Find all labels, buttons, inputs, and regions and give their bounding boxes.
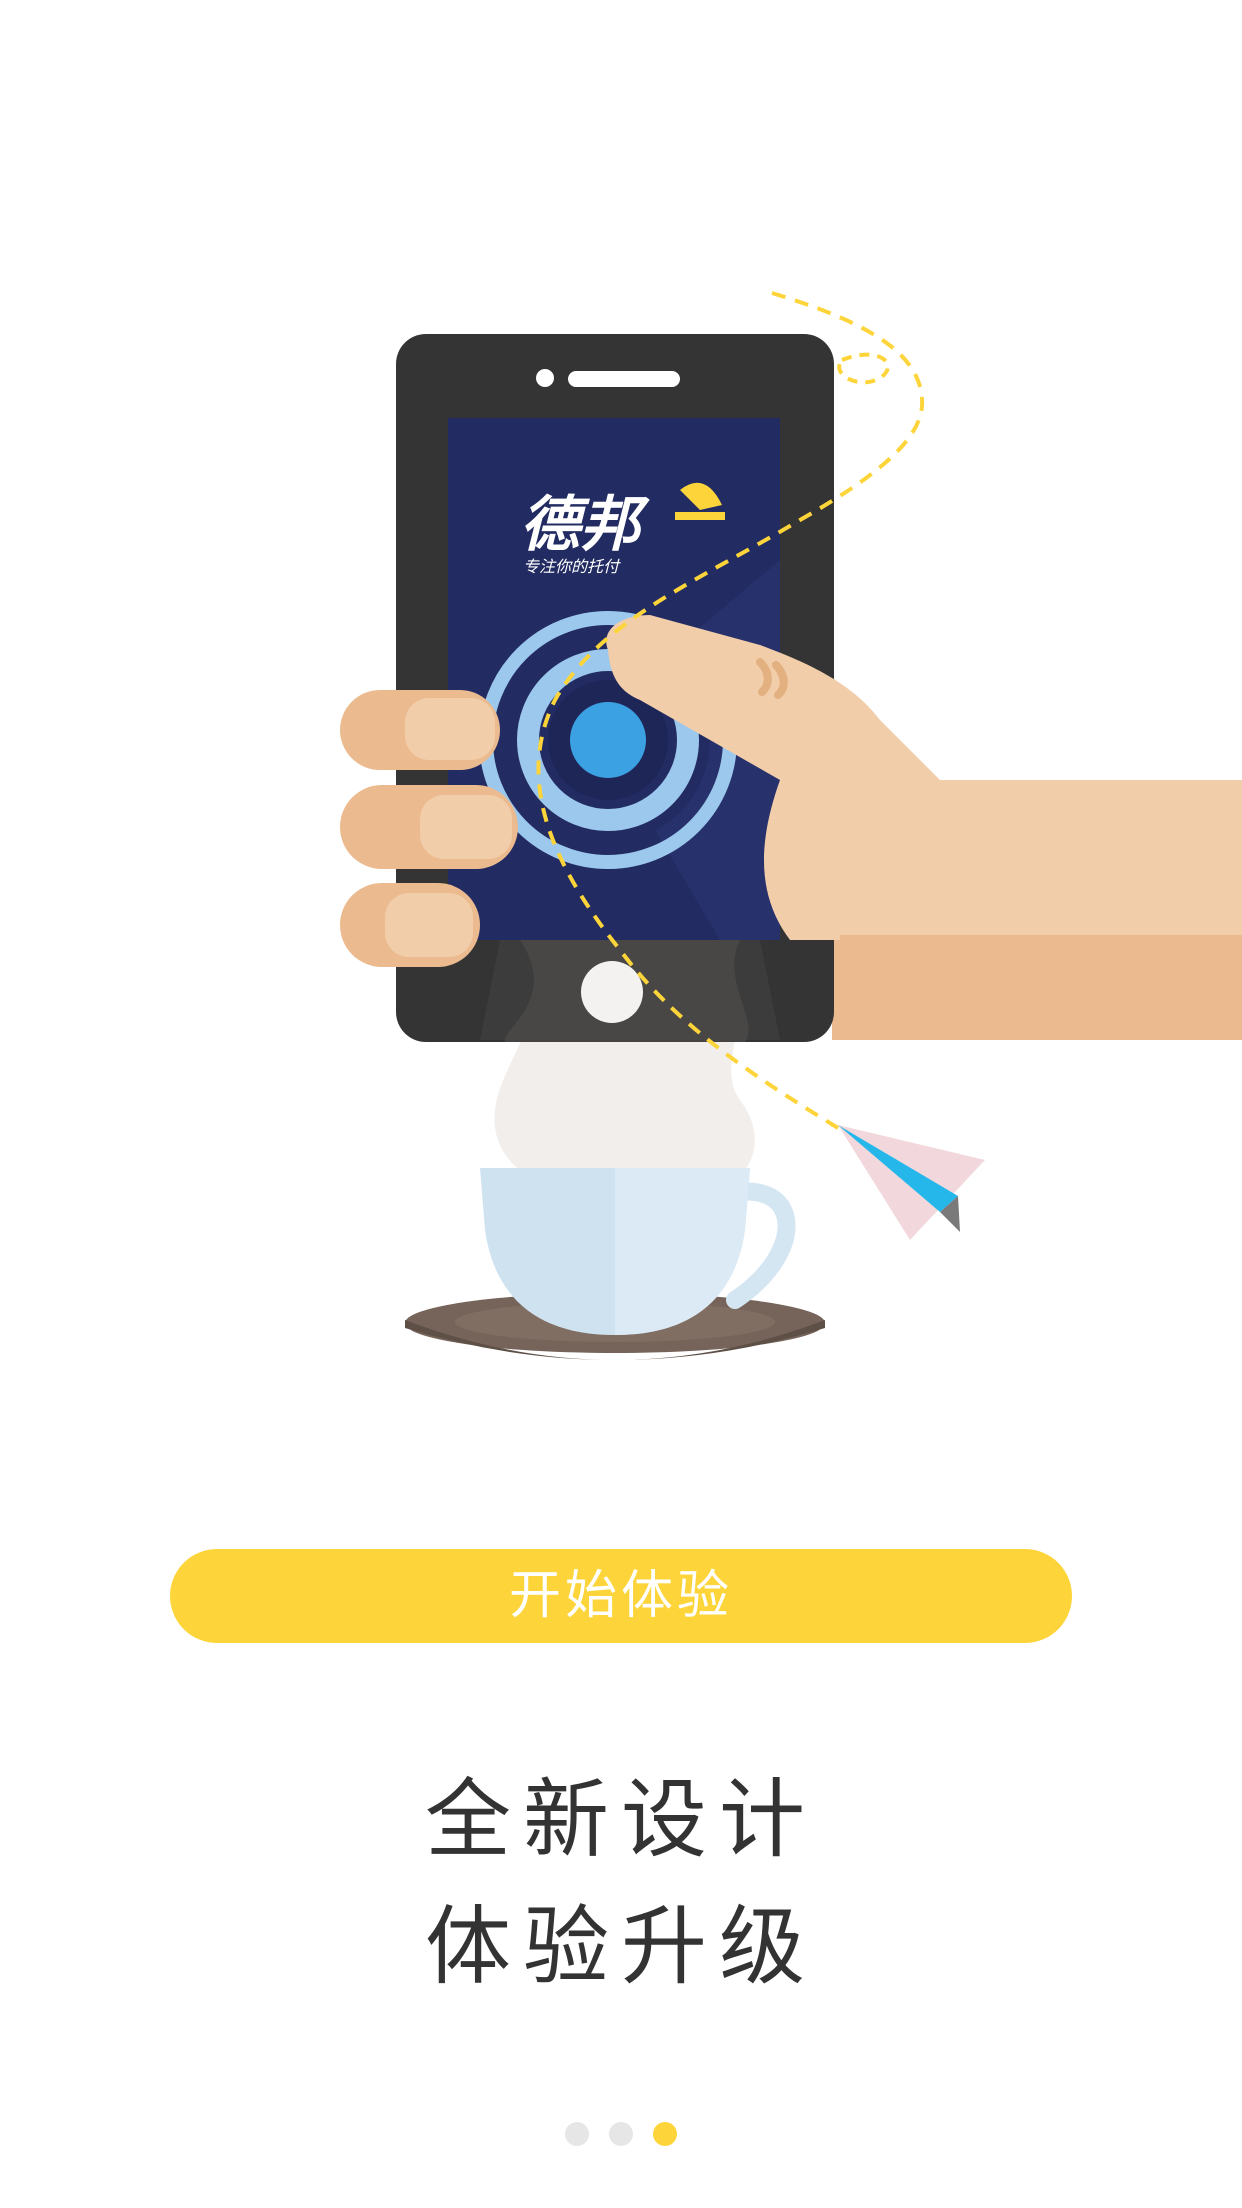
headline-line-2: 体验升级	[425, 1897, 817, 1997]
start-experience-button[interactable]: 开始体验	[170, 1549, 1072, 1643]
brand-slogan: 专注你的托付	[523, 557, 621, 576]
phone-home-button	[581, 961, 643, 1023]
paper-plane	[838, 1125, 985, 1240]
page-dot-1[interactable]	[565, 2122, 589, 2146]
page-dot-2[interactable]	[609, 2122, 633, 2146]
target-center	[570, 702, 646, 778]
headline-line-1: 全新设计	[425, 1770, 817, 1870]
page-indicator	[0, 2122, 1242, 2148]
page-dot-3-active[interactable]	[653, 2122, 677, 2146]
brand-logo: 德邦	[520, 490, 650, 560]
onboarding-screen: 德邦 专注你的托付 开始体验 全新设计 体验升级	[0, 0, 1242, 2208]
welcome-illustration: 德邦 专注你的托付	[340, 291, 1242, 1360]
